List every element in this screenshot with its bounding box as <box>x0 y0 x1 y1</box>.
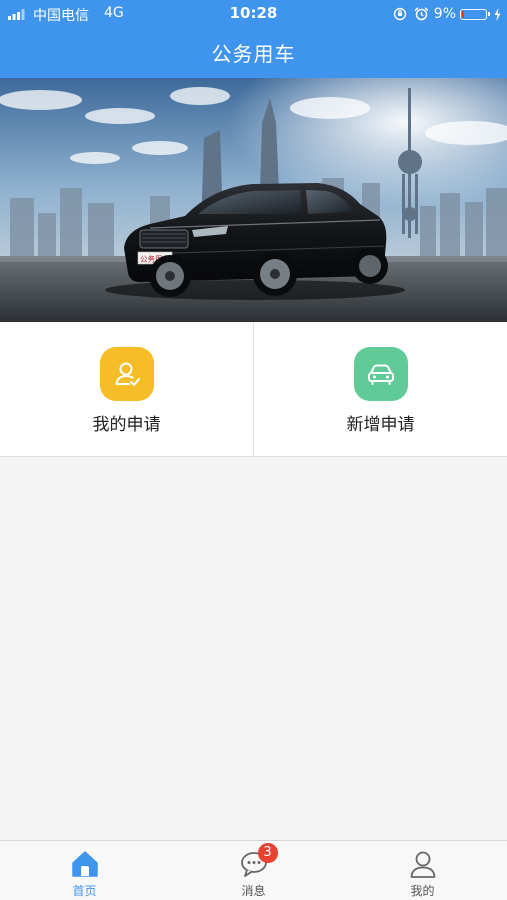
battery-icon <box>460 8 490 20</box>
banner-image: 公务用车 <box>0 78 507 322</box>
tab-home-label: 首页 <box>72 884 97 898</box>
orientation-lock-icon <box>393 7 406 21</box>
tab-messages-label: 消息 <box>241 884 266 898</box>
tab-bar: 首页 3 消息 我的 <box>0 840 507 900</box>
car-icon <box>353 347 408 401</box>
my-applications-label: 我的申请 <box>92 415 161 435</box>
tab-profile[interactable]: 我的 <box>338 841 507 900</box>
home-icon <box>70 849 100 879</box>
chat-icon: 3 <box>239 843 278 879</box>
message-count-badge: 3 <box>257 843 278 863</box>
tab-messages[interactable]: 3 消息 <box>169 841 338 900</box>
user-check-icon <box>99 347 154 401</box>
tab-home[interactable]: 首页 <box>0 841 169 900</box>
person-icon <box>408 849 438 879</box>
new-application-label: 新增申请 <box>346 415 415 435</box>
charging-icon <box>494 7 501 21</box>
battery-percent: 9% <box>433 6 456 22</box>
app-header: 中国电信 4G 10:28 9% 公务用车 <box>0 0 507 78</box>
page-title: 公务用车 <box>211 42 296 66</box>
new-application-button[interactable]: 新增申请 <box>253 322 507 456</box>
action-grid: 我的申请 新增申请 <box>0 322 507 457</box>
status-indicators: 9% <box>393 5 501 23</box>
alarm-icon <box>414 7 429 21</box>
my-applications-button[interactable]: 我的申请 <box>0 322 253 456</box>
battery-level <box>462 10 464 18</box>
tab-profile-label: 我的 <box>410 884 435 898</box>
status-bar: 中国电信 4G 10:28 9% <box>0 0 507 28</box>
